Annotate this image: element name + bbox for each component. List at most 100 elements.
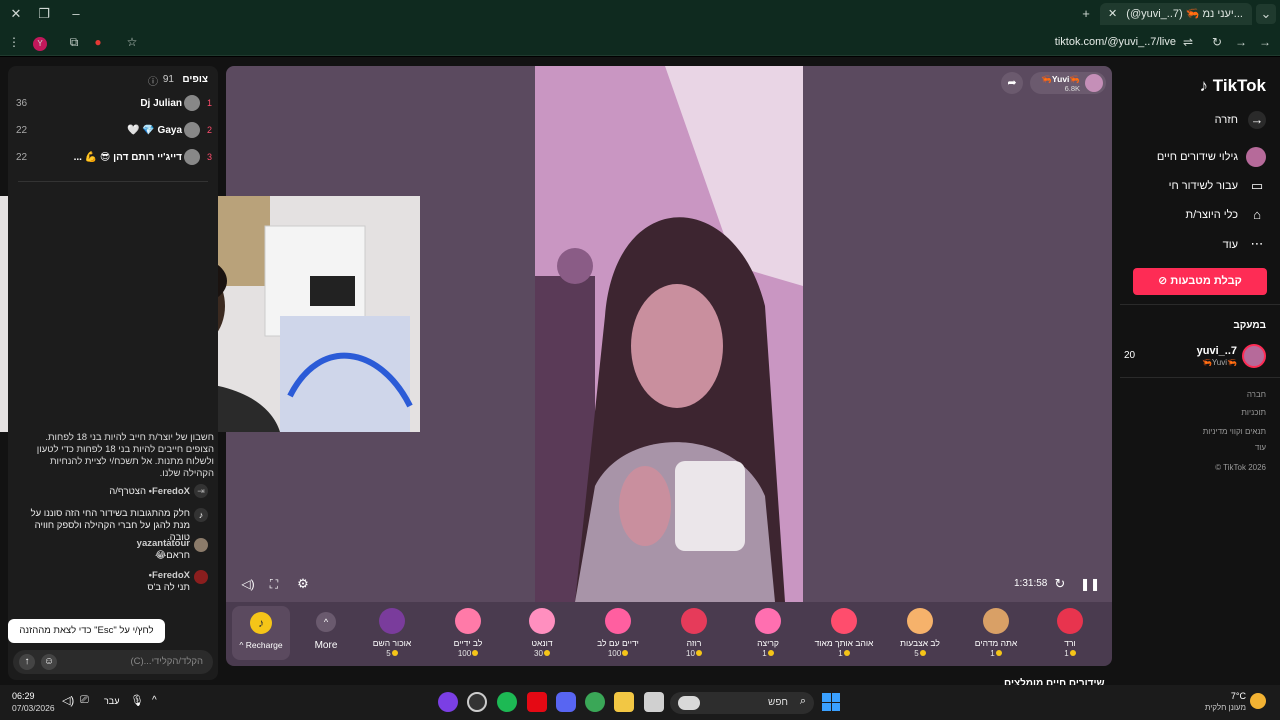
extension-red-icon[interactable]: ●	[88, 32, 108, 52]
netflix-icon[interactable]	[527, 692, 547, 712]
weather-temp[interactable]: 7°C	[1196, 691, 1246, 701]
new-tab-icon[interactable]: +	[1076, 4, 1096, 24]
gift-price: 1	[762, 649, 767, 658]
viewer-row[interactable]: 22 🤍 💎 Gaya 2	[8, 120, 218, 142]
gift-name: רוזה	[686, 638, 702, 648]
footer-link-company[interactable]: חברה	[1247, 390, 1266, 399]
gift-item[interactable]: לב ידיים 100	[438, 608, 498, 660]
viewer-row[interactable]: 36 Dj Julian 1	[8, 93, 218, 115]
menu-icon[interactable]: ⋮	[4, 32, 24, 52]
file-explorer-icon[interactable]	[614, 692, 634, 712]
viewer-rank: 1	[206, 98, 212, 108]
extensions-icon[interactable]: ⧉	[64, 32, 84, 52]
footer-link-more[interactable]: עוד	[1255, 443, 1266, 452]
viewer-score: 22	[16, 125, 28, 136]
recharge-button[interactable]: ♪ ^ Recharge	[232, 606, 290, 660]
spotify-icon[interactable]	[497, 692, 517, 712]
refresh-stream-icon[interactable]: ↻	[1052, 576, 1068, 592]
chrome-icon[interactable]	[585, 692, 605, 712]
following-name: yuvi_..7	[1196, 345, 1237, 357]
viewer-row[interactable]: 22 ... 💪 😎 דייג'יי רותם דהן 3	[8, 147, 218, 169]
share-icon[interactable]: ➦	[1001, 72, 1023, 94]
coin-icon	[919, 650, 926, 656]
bookmark-star-icon[interactable]: ☆	[122, 32, 142, 52]
chat-input[interactable]: ↑ ☺ הקלד/הקלידי...(C)	[13, 650, 213, 674]
restore-window-icon[interactable]: ❐	[34, 4, 54, 24]
following-sub: 🦐Yuvi🦐	[1201, 358, 1237, 367]
weather-desc[interactable]: מעונן חלקית	[1186, 703, 1246, 712]
avatar[interactable]	[194, 570, 208, 584]
gift-item[interactable]: אוהב אותך מאוד 1	[814, 608, 874, 660]
close-window-icon[interactable]: ✕	[6, 4, 26, 24]
volume-icon[interactable]: ◁)	[240, 576, 256, 592]
live-avatar-icon	[1246, 147, 1266, 167]
gift-icon	[755, 608, 781, 634]
footer-link-terms[interactable]: תנאים וקווי מדיניות	[1203, 427, 1266, 436]
volume-icon[interactable]: ◁)	[62, 694, 74, 707]
task-view-icon[interactable]	[644, 692, 664, 712]
get-coins-button[interactable]: ⊘ קבלת מטבעות	[1133, 268, 1267, 295]
forward-icon[interactable]: →	[1231, 32, 1251, 52]
gift-name: אוכור השם	[372, 638, 412, 648]
taskbar-search[interactable]: ⌕ חפש	[670, 692, 814, 714]
emoji-icon[interactable]: ☺	[41, 654, 57, 670]
chat-username[interactable]: yazantatour	[18, 538, 190, 550]
microphone-icon[interactable]: 🎙	[130, 694, 144, 707]
clock-time[interactable]: 06:29	[12, 691, 35, 701]
tab-search-icon[interactable]: ⌄	[1256, 4, 1276, 24]
gift-item[interactable]: אוכור השם 5	[362, 608, 422, 660]
app-icon[interactable]	[438, 692, 458, 712]
settings-icon[interactable]: ⚙	[295, 576, 311, 592]
back-icon[interactable]: →	[1255, 32, 1275, 52]
avatar[interactable]	[194, 538, 208, 552]
nav-go-live[interactable]: עבור לשידור חי	[1169, 180, 1238, 200]
chat-username[interactable]: FeredoX•	[18, 570, 190, 582]
following-item[interactable]: yuvi_..7 🦐Yuvi🦐 20	[1120, 342, 1280, 370]
rules-text: חשבון של יוצר/ת חייב להיות בני 18 לפחות.…	[36, 432, 214, 479]
host-likes: 6.8K	[1064, 84, 1080, 93]
esc-tooltip: לחץ/י על "Esc" כדי לצאת מההזנה	[8, 619, 165, 643]
tiktok-logo[interactable]: ♪ TikTok	[1200, 76, 1266, 96]
tab-close-icon[interactable]: ✕	[1108, 8, 1117, 20]
clock-date[interactable]: 07/03/2026	[12, 703, 55, 713]
network-icon[interactable]: ⎚	[80, 694, 89, 707]
gift-icon	[831, 608, 857, 634]
chat-username[interactable]: FeredoX•	[149, 486, 190, 497]
gift-item[interactable]: דונאט 30	[512, 608, 572, 660]
info-icon[interactable]: ⓘ	[148, 73, 158, 88]
reload-icon[interactable]: ↻	[1207, 32, 1227, 52]
obs-icon[interactable]	[467, 692, 487, 712]
language-indicator[interactable]: עבר	[104, 696, 119, 706]
live-video[interactable]	[535, 66, 803, 602]
gift-name: לב ידיים	[453, 638, 483, 648]
arrow-right-icon[interactable]: →	[1248, 111, 1266, 129]
windows-start-icon[interactable]	[822, 693, 840, 711]
pause-icon[interactable]: ❚❚	[1080, 576, 1100, 592]
minimize-window-icon[interactable]: –	[66, 4, 86, 24]
gift-item[interactable]: ידיים עם לב 100	[588, 608, 648, 660]
gift-item[interactable]: רוזה 10	[664, 608, 724, 660]
avatar	[184, 149, 200, 165]
site-settings-icon[interactable]: ⇌	[1178, 32, 1198, 52]
gift-item[interactable]: ורד 1	[1040, 608, 1100, 660]
fullscreen-icon[interactable]: ⛶	[266, 576, 282, 592]
host-badge[interactable]: 🦐Yuvi🦐 6.8K	[1030, 72, 1106, 94]
discord-icon[interactable]	[556, 692, 576, 712]
nav-more[interactable]: עוד	[1223, 239, 1238, 259]
address-bar[interactable]: tiktok.com/@yuvi_..7/live	[1040, 31, 1176, 53]
nav-creator-tools[interactable]: כלי היוצר/ת	[1185, 209, 1238, 229]
gift-item[interactable]: אתה מדהים 1	[966, 608, 1026, 660]
profile-icon[interactable]: Y	[30, 32, 50, 52]
divider	[18, 181, 208, 182]
more-gifts-button[interactable]: ^ More	[298, 606, 354, 660]
nav-back[interactable]: חזרה	[1215, 114, 1238, 134]
footer-link-programs[interactable]: תוכניות	[1241, 408, 1266, 417]
gift-item[interactable]: לב אצבעות 5	[890, 608, 950, 660]
chevron-up-icon[interactable]: ^	[152, 695, 157, 706]
send-icon[interactable]: ↑	[19, 654, 35, 670]
browser-tab-active[interactable]: ✕ (@yuvi_..7) 🦐 יעני נמ...	[1100, 3, 1252, 25]
gift-item[interactable]: קריצה 1	[738, 608, 798, 660]
coin-icon	[695, 650, 702, 656]
gift-price: 5	[386, 649, 391, 658]
nav-discover-live[interactable]: גילוי שידורים חיים	[1157, 151, 1238, 171]
